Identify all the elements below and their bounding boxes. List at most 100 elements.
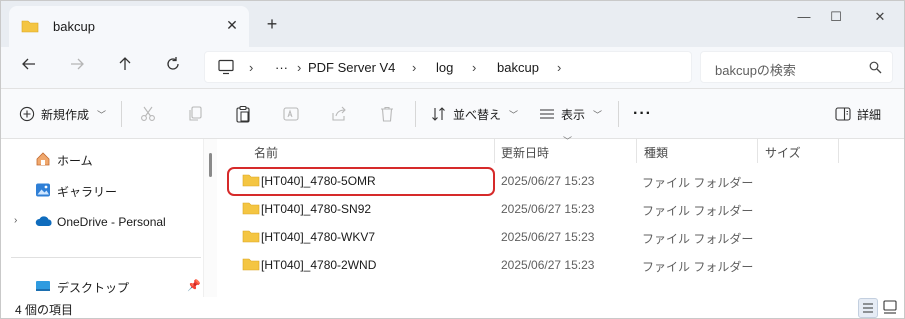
computer-icon[interactable] xyxy=(217,59,235,78)
sort-label: 並べ替え xyxy=(453,107,502,122)
up-button[interactable] xyxy=(113,56,137,80)
sidebar-item-home[interactable]: ホーム xyxy=(1,145,201,173)
tab-close-icon[interactable]: ✕ xyxy=(222,15,242,35)
table-row[interactable]: [HT040]_4780-WKV7 2025/06/27 15:23 ファイル … xyxy=(228,223,898,251)
search-box[interactable]: bakcupの検索 xyxy=(700,51,893,83)
view-label: 表示 xyxy=(561,107,586,122)
copy-icon[interactable] xyxy=(187,105,207,125)
new-button[interactable]: 新規作成 ﹀ xyxy=(19,89,106,139)
refresh-icon xyxy=(167,57,179,70)
details-view-icon xyxy=(863,303,873,313)
scrollbar-thumb[interactable] xyxy=(209,153,212,177)
address-bar: › ··· › PDF Server V4 › log › bakcup › b… xyxy=(1,47,904,89)
chevron-right-icon[interactable]: › xyxy=(249,60,253,75)
column-header-type[interactable]: 種類 xyxy=(644,144,668,161)
sidebar-item-label: ホーム xyxy=(57,154,93,168)
divider xyxy=(121,101,122,127)
sidebar-item-label: デスクトップ xyxy=(57,281,130,295)
file-explorer-window: bakcup ✕ + — ☐ ✕ › ··· › PDF Server V4 ›… xyxy=(0,0,905,319)
file-name[interactable]: [HT040]_4780-SN92 xyxy=(261,202,371,216)
view-button[interactable]: 表示 ﹀ xyxy=(539,89,602,139)
desktop-icon xyxy=(35,278,51,294)
search-input[interactable]: bakcupの検索 xyxy=(715,60,796,79)
chevron-right-icon[interactable]: › xyxy=(14,215,17,226)
sidebar-item-gallery[interactable]: ギャラリー xyxy=(1,176,201,204)
column-divider[interactable] xyxy=(757,139,758,163)
navigation-scrollbar[interactable] xyxy=(203,139,217,297)
column-divider[interactable] xyxy=(838,139,839,163)
paste-icon[interactable] xyxy=(234,105,254,125)
chevron-right-icon[interactable]: › xyxy=(557,60,561,75)
chevron-down-icon: ﹀ xyxy=(593,109,603,120)
column-divider[interactable] xyxy=(636,139,637,163)
share-icon[interactable] xyxy=(330,105,350,125)
more-options-button[interactable]: ··· xyxy=(633,89,652,139)
command-bar: 新規作成 ﹀ 並べ替え ﹀ 表示 ﹀ ··· 詳細 xyxy=(1,89,904,139)
file-name[interactable]: [HT040]_4780-WKV7 xyxy=(261,230,375,244)
file-date: 2025/06/27 15:23 xyxy=(501,258,595,272)
breadcrumb[interactable]: › ··· › PDF Server V4 › log › bakcup › xyxy=(204,51,692,83)
file-date: 2025/06/27 15:23 xyxy=(501,174,595,188)
maximize-button[interactable]: ☐ xyxy=(821,7,851,27)
sidebar-item-label: ギャラリー xyxy=(57,185,118,199)
file-type: ファイル フォルダー xyxy=(642,232,754,246)
sort-indicator-icon: ﹀ xyxy=(563,136,573,146)
status-bar: 4 個の項目 xyxy=(1,297,904,318)
column-header-date[interactable]: 更新日時 xyxy=(501,144,549,161)
minimize-button[interactable]: — xyxy=(789,7,819,27)
arrow-up-icon xyxy=(119,57,131,70)
chevron-right-icon[interactable]: › xyxy=(297,60,301,75)
file-date: 2025/06/27 15:23 xyxy=(501,230,595,244)
arrow-left-icon xyxy=(22,58,35,70)
column-header-row: ﹀ 名前 更新日時 種類 サイズ xyxy=(218,136,904,163)
arrow-right-icon xyxy=(71,58,84,70)
back-button[interactable] xyxy=(17,56,41,80)
refresh-button[interactable] xyxy=(161,56,185,80)
item-count: 4 個の項目 xyxy=(15,303,74,317)
column-divider[interactable] xyxy=(494,139,495,163)
tab-bar: bakcup ✕ + — ☐ ✕ xyxy=(1,1,904,47)
tiles-view-button[interactable] xyxy=(881,298,901,318)
table-row[interactable]: [HT040]_4780-SN92 2025/06/27 15:23 ファイル … xyxy=(228,195,898,223)
close-window-button[interactable]: ✕ xyxy=(865,7,895,27)
column-header-size[interactable]: サイズ xyxy=(765,144,801,161)
chevron-right-icon[interactable]: › xyxy=(412,60,416,75)
breadcrumb-item-log[interactable]: log xyxy=(436,60,453,75)
plus-circle-icon xyxy=(19,106,35,122)
breadcrumb-item-pdf-server[interactable]: PDF Server V4 xyxy=(308,60,395,75)
file-type: ファイル フォルダー xyxy=(642,204,754,218)
table-row[interactable]: [HT040]_4780-2WND 2025/06/27 15:23 ファイル … xyxy=(228,251,898,279)
navigation-pane: ホーム ギャラリー › OneDrive - Personal デスクトップ 📌 xyxy=(1,139,201,297)
folder-icon xyxy=(242,229,260,246)
tab-bakcup[interactable]: bakcup ✕ xyxy=(9,6,249,47)
breadcrumb-item-bakcup[interactable]: bakcup xyxy=(497,60,539,75)
sidebar-divider xyxy=(11,257,201,258)
divider xyxy=(415,101,416,127)
delete-icon[interactable] xyxy=(378,105,398,125)
chevron-right-icon[interactable]: › xyxy=(472,60,476,75)
details-pane-icon xyxy=(835,107,851,121)
forward-button[interactable] xyxy=(65,56,89,80)
divider xyxy=(618,101,619,127)
new-tab-button[interactable]: + xyxy=(261,14,283,36)
sort-button[interactable]: 並べ替え ﹀ xyxy=(431,89,518,139)
tab-title: bakcup xyxy=(53,19,95,34)
rename-icon[interactable] xyxy=(282,105,302,125)
pin-icon[interactable]: 📌 xyxy=(187,279,201,292)
folder-icon xyxy=(242,201,260,218)
gallery-icon xyxy=(35,182,51,198)
sidebar-item-desktop[interactable]: デスクトップ 📌 xyxy=(1,272,201,300)
search-icon xyxy=(869,61,882,77)
details-pane-button[interactable]: 詳細 xyxy=(835,89,881,139)
cut-icon[interactable] xyxy=(139,105,159,125)
tiles-view-icon xyxy=(883,300,897,314)
column-header-name[interactable]: 名前 xyxy=(254,144,278,161)
breadcrumb-overflow[interactable]: ··· xyxy=(275,60,288,75)
file-name[interactable]: [HT040]_4780-2WND xyxy=(261,258,376,272)
onedrive-icon xyxy=(35,214,52,230)
details-view-button[interactable] xyxy=(858,298,878,318)
file-list: ﹀ 名前 更新日時 種類 サイズ [HT040]_4780-5OMR 2025/… xyxy=(218,136,904,297)
sidebar-item-onedrive[interactable]: › OneDrive - Personal xyxy=(1,208,201,236)
file-type: ファイル フォルダー xyxy=(642,260,754,274)
sort-icon xyxy=(432,107,445,121)
